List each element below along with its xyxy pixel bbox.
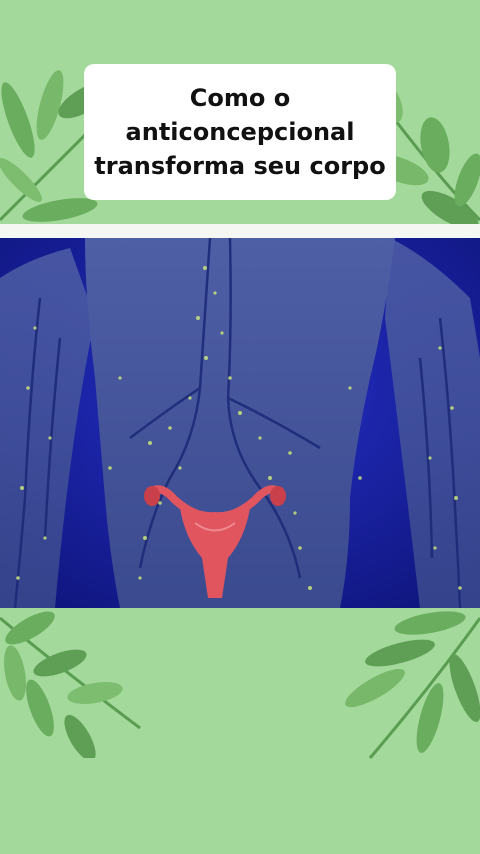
title-line-3: transforma seu corpo: [94, 152, 386, 180]
leaf-decoration-bottom-left: [0, 611, 141, 758]
divider-strip: [0, 224, 480, 238]
title-line-1: Como o: [189, 84, 291, 112]
video-frame[interactable]: [0, 238, 480, 608]
leaf-decoration-bottom-right: [345, 611, 480, 759]
anatomy-illustration: [0, 238, 480, 608]
title-card: Como o anticoncepcional transforma seu c…: [84, 64, 396, 200]
title-line-2: anticoncepcional: [125, 118, 355, 146]
